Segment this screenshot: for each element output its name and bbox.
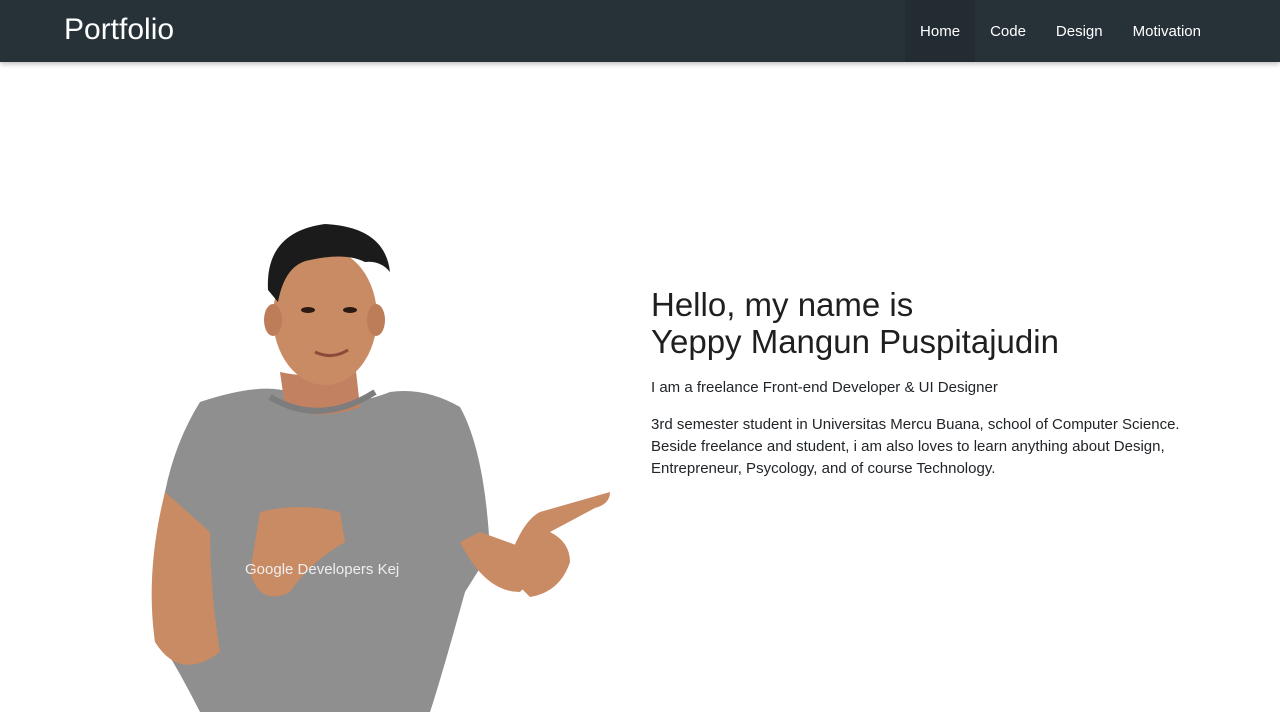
top-navbar: Portfolio Home Code Design Motivation bbox=[0, 0, 1280, 62]
bio-line: Entrepreneur, Psycology, and of course T… bbox=[651, 460, 996, 477]
nav-menu: Home Code Design Motivation bbox=[905, 0, 1216, 62]
intro-block: Hello, my name is Yeppy Mangun Puspitaju… bbox=[651, 286, 1221, 480]
profile-photo: Google Developers Kej bbox=[140, 212, 620, 712]
name-line: Yeppy Mangun Puspitajudin bbox=[651, 323, 1059, 360]
nav-item-code[interactable]: Code bbox=[975, 0, 1041, 62]
nav-item-home[interactable]: Home bbox=[905, 0, 976, 62]
greeting-heading: Hello, my name is Yeppy Mangun Puspitaju… bbox=[651, 286, 1221, 360]
greeting-line: Hello, my name is bbox=[651, 286, 914, 323]
bio-line: Beside freelance and student, i am also … bbox=[651, 438, 1165, 455]
nav-item-motivation[interactable]: Motivation bbox=[1118, 0, 1216, 62]
bio-paragraph: 3rd semester student in Universitas Merc… bbox=[651, 414, 1221, 480]
hero-section: Google Developers Kej Hello, my name is … bbox=[0, 62, 1280, 712]
brand-link[interactable]: Portfolio bbox=[64, 12, 174, 48]
shirt-logo-text: Google Developers Kej bbox=[245, 561, 399, 578]
bio-line: 3rd semester student in Universitas Merc… bbox=[651, 416, 1180, 433]
tagline: I am a freelance Front-end Developer & U… bbox=[651, 379, 998, 396]
nav-item-design[interactable]: Design bbox=[1041, 0, 1118, 62]
